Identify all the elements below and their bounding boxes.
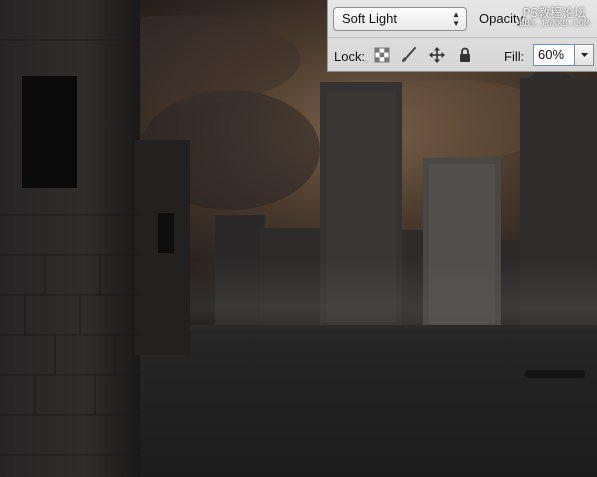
transparent-pixels-lock-icon[interactable] [374,47,390,63]
blend-opacity-row: Soft Light ▲ ▼ Opacity: PS教程论坛 BBS.16XX8.… [328,0,597,38]
lock-fill-row: Lock: Fill: 60% [328,38,597,72]
watermark-url: BBS.16XX8.COM [519,19,590,29]
brush-icon[interactable] [401,47,417,63]
padlock-icon[interactable] [457,47,473,63]
screenshot: Soft Light ▲ ▼ Opacity: PS教程论坛 BBS.16XX8.… [0,0,597,477]
fill-dropdown-button[interactable] [575,44,594,66]
lock-label: Lock: [334,49,366,64]
fill-input[interactable]: 60% [533,44,575,66]
blend-mode-value: Soft Light [342,11,397,26]
layers-panel-options: Soft Light ▲ ▼ Opacity: PS教程论坛 BBS.16XX8.… [327,0,597,72]
fill-label: Fill: [504,49,525,64]
up-down-arrows-icon: ▲ ▼ [452,10,460,28]
move-arrows-icon[interactable] [429,47,445,63]
blend-mode-select[interactable]: Soft Light ▲ ▼ [333,7,467,31]
chevron-down-icon [581,53,588,57]
